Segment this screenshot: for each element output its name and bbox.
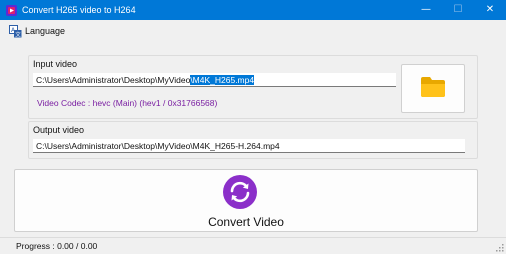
language-icon: A 文 xyxy=(9,25,22,38)
input-path-field[interactable]: C:\Users\Administrator\Desktop\MyVideo\M… xyxy=(33,73,396,87)
svg-text:文: 文 xyxy=(15,30,21,38)
menu-bar: A 文 Language xyxy=(0,20,506,42)
status-bar: Progress : 0.00 / 0.00 xyxy=(0,237,506,254)
close-button[interactable]: ✕ xyxy=(474,0,506,20)
maximize-button[interactable]: ☐ xyxy=(442,0,474,20)
language-menu-label: Language xyxy=(25,26,66,36)
title-bar: Convert H265 video to H264 — ☐ ✕ xyxy=(0,0,506,20)
input-path-prefix: C:\Users\Administrator\Desktop\MyVideo xyxy=(36,75,191,85)
output-path-field[interactable]: C:\Users\Administrator\Desktop\MyVideo\M… xyxy=(33,139,465,153)
output-video-group: Output video C:\Users\Administrator\Desk… xyxy=(28,121,478,159)
resize-grip-icon[interactable] xyxy=(496,244,504,252)
folder-icon xyxy=(421,77,445,97)
convert-video-button[interactable]: Convert Video xyxy=(14,169,478,232)
convert-video-label: Convert Video xyxy=(208,215,284,229)
input-path-selection: \M4K_H265.mp4 xyxy=(190,75,255,85)
output-video-title: Output video xyxy=(33,125,85,135)
convert-arrows-icon xyxy=(223,175,257,209)
app-icon xyxy=(6,5,17,16)
progress-status: Progress : 0.00 / 0.00 xyxy=(16,241,98,251)
video-codec-info: Video Codec : hevc (Main) (hev1 / 0x3176… xyxy=(37,98,218,108)
input-video-group: Input video C:\Users\Administrator\Deskt… xyxy=(28,55,478,119)
minimize-button[interactable]: — xyxy=(410,0,442,20)
window-title: Convert H265 video to H264 xyxy=(22,5,136,15)
browse-input-button[interactable] xyxy=(401,64,465,113)
input-video-title: Input video xyxy=(33,59,78,69)
